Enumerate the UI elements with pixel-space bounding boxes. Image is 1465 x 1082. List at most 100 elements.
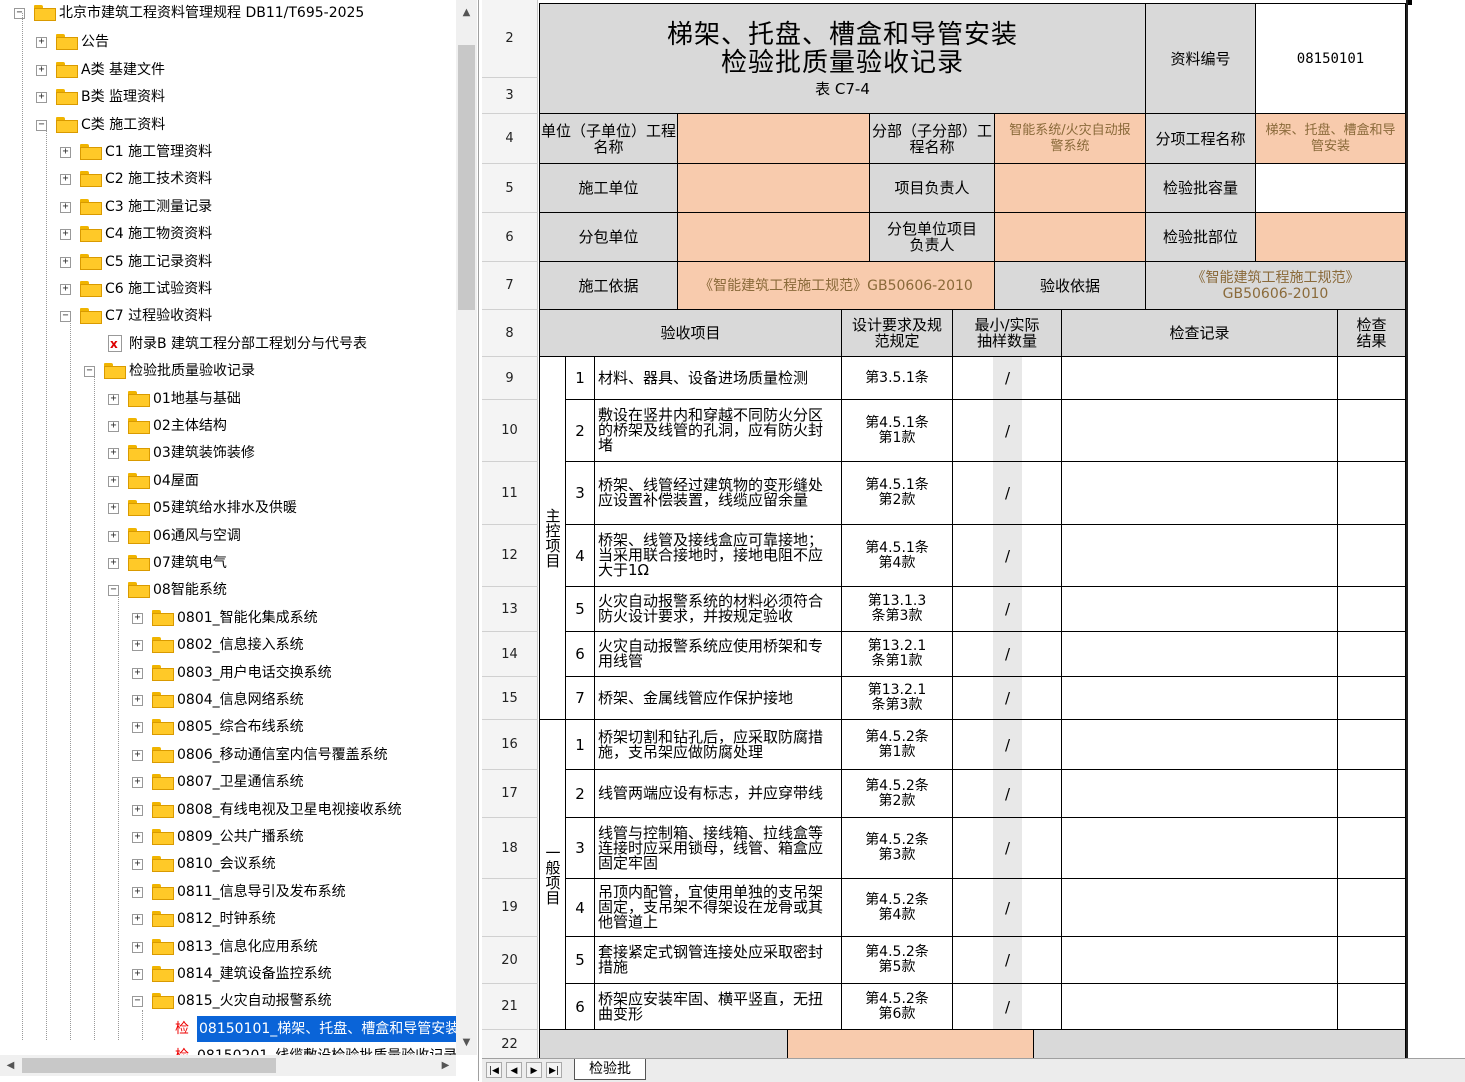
- tree-vertical-scroll-thumb[interactable]: [458, 45, 475, 310]
- construction-basis-value[interactable]: 《智能建筑工程施工规范》GB50606-2010: [678, 262, 995, 310]
- batch-capacity-input[interactable]: [1256, 164, 1406, 213]
- row-header[interactable]: 21: [482, 984, 538, 1030]
- check-result-input[interactable]: [1338, 770, 1406, 818]
- item-name-label[interactable]: 分项工程名称: [1146, 114, 1256, 164]
- item-number-cell[interactable]: 6: [566, 984, 595, 1030]
- expand-icon[interactable]: +: [36, 92, 47, 104]
- row-header[interactable]: 15: [482, 677, 538, 720]
- first-sheet-icon[interactable]: |◀: [486, 1062, 502, 1078]
- item-number-cell[interactable]: 3: [566, 462, 595, 525]
- row-header[interactable]: 18: [482, 818, 538, 879]
- tree-item-0806[interactable]: +0806_移动通信室内信号覆盖系统: [0, 742, 456, 768]
- row-header[interactable]: 7: [482, 262, 538, 310]
- expand-icon[interactable]: +: [108, 503, 119, 515]
- batch-capacity-label[interactable]: 检验批容量: [1146, 164, 1256, 213]
- actual-sample-input[interactable]: [1022, 984, 1062, 1030]
- item-number-cell[interactable]: 3: [566, 818, 595, 879]
- row-header[interactable]: 4: [482, 114, 538, 164]
- scroll-left-icon[interactable]: ◀: [2, 1057, 19, 1074]
- row-header[interactable]: 6: [482, 213, 538, 262]
- actual-sample-input[interactable]: [1022, 462, 1062, 525]
- expand-icon[interactable]: +: [60, 229, 71, 241]
- tree-horizontal-scrollbar[interactable]: ◀ ▶: [0, 1055, 456, 1076]
- unit-name-label[interactable]: 单位（子单位）工程名称: [539, 114, 678, 164]
- expand-icon[interactable]: +: [132, 749, 143, 761]
- collapse-icon[interactable]: −: [14, 8, 25, 19]
- doc-number-label[interactable]: 资料编号: [1146, 3, 1256, 114]
- item-description-cell[interactable]: 桥架、线管及接线盒应可靠接地；当采用联合接地时，接地电阻不应大于1Ω: [595, 525, 842, 587]
- spec-reference-cell[interactable]: 第4.5.2条第5款: [842, 937, 953, 984]
- col-header-item[interactable]: 验收项目: [539, 310, 842, 357]
- tree-item-0803[interactable]: +0803_用户电话交换系统: [0, 660, 456, 686]
- tree-item-0801[interactable]: +0801_智能化集成系统: [0, 605, 456, 631]
- acceptance-basis-value[interactable]: 《智能建筑工程施工规范》GB50606-2010: [1146, 262, 1406, 310]
- tree-item-class-a[interactable]: + A类 基建文件: [0, 57, 456, 83]
- tree-item-07[interactable]: +07建筑电气: [0, 550, 456, 576]
- tree-item-0814[interactable]: +0814_建筑设备监控系统: [0, 961, 456, 987]
- sample-slash-cell[interactable]: /: [993, 984, 1022, 1030]
- check-record-input[interactable]: [1062, 818, 1338, 879]
- check-record-input[interactable]: [1062, 632, 1338, 677]
- sample-slash-cell[interactable]: /: [993, 770, 1022, 818]
- actual-sample-input[interactable]: [1022, 357, 1062, 400]
- check-result-input[interactable]: [1338, 462, 1406, 525]
- row-header[interactable]: 12: [482, 525, 538, 587]
- row22-input-cell[interactable]: [788, 1030, 1034, 1058]
- row-header[interactable]: 10: [482, 400, 538, 462]
- min-sample-input[interactable]: [953, 462, 993, 525]
- expand-icon[interactable]: +: [132, 886, 143, 898]
- tree-item-0807[interactable]: +0807_卫星通信系统: [0, 769, 456, 795]
- actual-sample-input[interactable]: [1022, 587, 1062, 632]
- acceptance-basis-label[interactable]: 验收依据: [995, 262, 1146, 310]
- min-sample-input[interactable]: [953, 937, 993, 984]
- check-result-input[interactable]: [1338, 818, 1406, 879]
- row-header[interactable]: 13: [482, 587, 538, 632]
- sample-slash-cell[interactable]: /: [993, 587, 1022, 632]
- batch-location-input[interactable]: [1256, 213, 1406, 262]
- col-header-spec[interactable]: 设计要求及规范规定: [842, 310, 953, 357]
- row-header[interactable]: 9: [482, 357, 538, 400]
- tree-item-appendix-b[interactable]: x 附录B 建筑工程分部工程划分与代号表: [0, 331, 456, 357]
- row22-left-cell[interactable]: [539, 1030, 788, 1058]
- min-sample-input[interactable]: [953, 720, 993, 770]
- min-sample-input[interactable]: [953, 357, 993, 400]
- subdivision-value[interactable]: 智能系统/火灾自动报警系统: [995, 114, 1146, 164]
- expand-icon[interactable]: +: [132, 859, 143, 871]
- expand-icon[interactable]: +: [60, 201, 71, 213]
- tree-item-root[interactable]: − 北京市建筑工程资料管理规程 DB11/T695-2025: [0, 0, 456, 26]
- sample-slash-cell[interactable]: /: [993, 632, 1022, 677]
- expand-icon[interactable]: +: [108, 475, 119, 487]
- tree-item-0805[interactable]: +0805_综合布线系统: [0, 714, 456, 740]
- expand-icon[interactable]: +: [108, 558, 119, 569]
- tree-item-c5[interactable]: + C5 施工记录资料: [0, 249, 456, 275]
- sample-slash-cell[interactable]: /: [993, 357, 1022, 400]
- tree-item-0813[interactable]: +0813_信息化应用系统: [0, 934, 456, 960]
- main-control-group-label[interactable]: 主控项目: [539, 357, 566, 720]
- expand-icon[interactable]: +: [132, 832, 143, 843]
- tree-item-c2[interactable]: + C2 施工技术资料: [0, 166, 456, 192]
- check-result-input[interactable]: [1338, 587, 1406, 632]
- project-manager-label[interactable]: 项目负责人: [870, 164, 995, 213]
- sample-slash-cell[interactable]: /: [993, 462, 1022, 525]
- row-header[interactable]: 16: [482, 720, 538, 770]
- spec-reference-cell[interactable]: 第4.5.1条第4款: [842, 525, 953, 587]
- expand-icon[interactable]: +: [132, 969, 143, 980]
- sample-slash-cell[interactable]: /: [993, 525, 1022, 587]
- check-record-input[interactable]: [1062, 937, 1338, 984]
- check-record-input[interactable]: [1062, 400, 1338, 462]
- item-number-cell[interactable]: 4: [566, 525, 595, 587]
- expand-icon[interactable]: +: [108, 393, 119, 405]
- min-sample-input[interactable]: [953, 677, 993, 720]
- tree-item-04[interactable]: +04屋面: [0, 468, 456, 494]
- item-description-cell[interactable]: 材料、器具、设备进场质量检测: [595, 357, 842, 400]
- expand-icon[interactable]: +: [108, 530, 119, 542]
- tree-item-0812[interactable]: +0812_时钟系统: [0, 906, 456, 932]
- expand-icon[interactable]: +: [132, 777, 143, 789]
- tree-item-01[interactable]: +01地基与基础: [0, 386, 456, 412]
- check-record-input[interactable]: [1062, 677, 1338, 720]
- item-description-cell[interactable]: 桥架、金属线管应作保护接地: [595, 677, 842, 720]
- check-result-input[interactable]: [1338, 984, 1406, 1030]
- sub-pm-label[interactable]: 分包单位项目负责人: [870, 213, 995, 262]
- item-number-cell[interactable]: 4: [566, 879, 595, 937]
- item-number-cell[interactable]: 1: [566, 357, 595, 400]
